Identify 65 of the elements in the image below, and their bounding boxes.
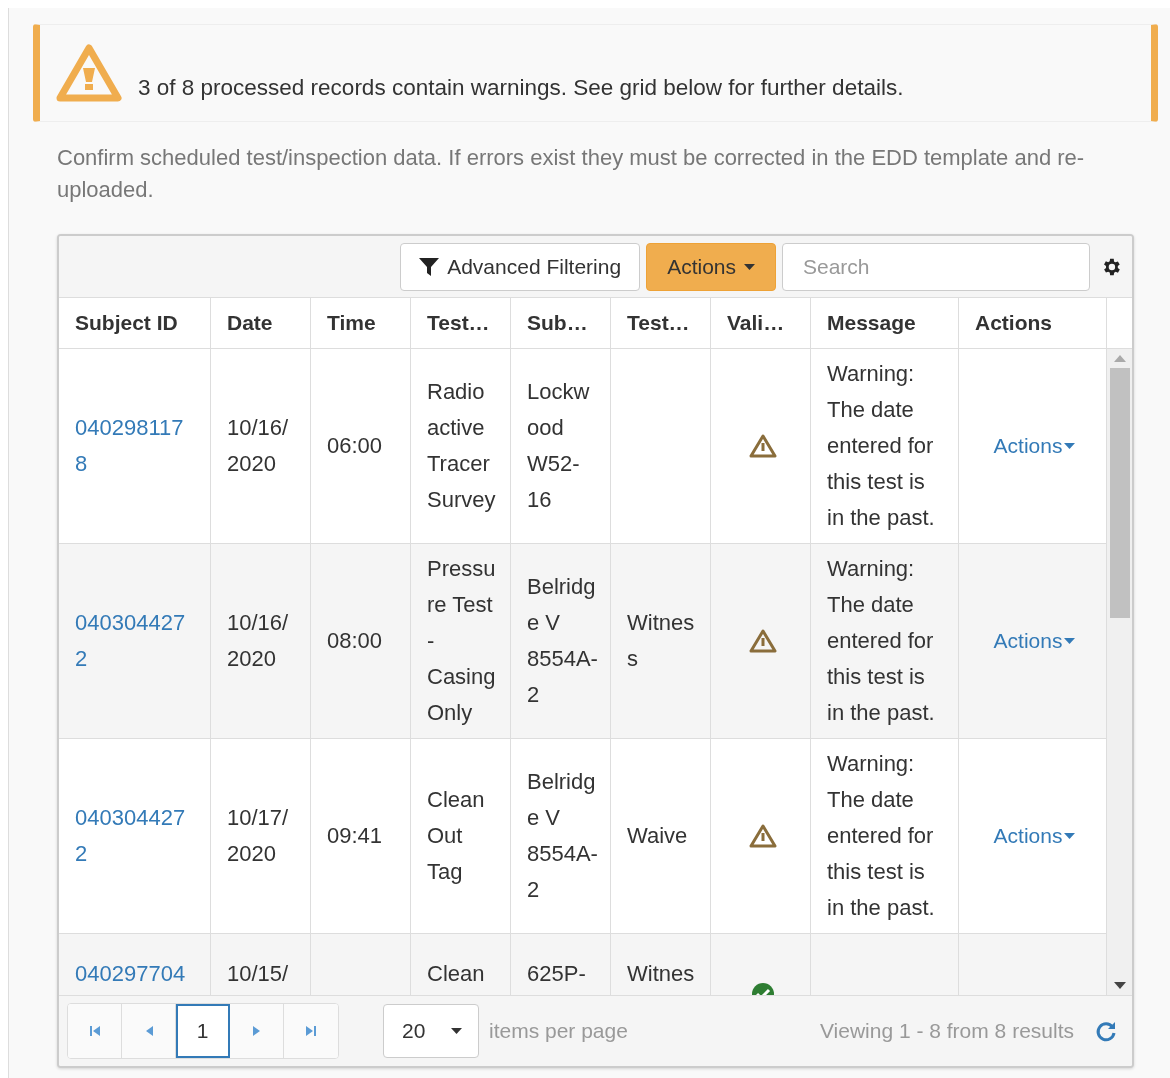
table-cell-text: 10/17/2020 — [227, 804, 290, 868]
table-cell-text: 625P- — [527, 960, 586, 988]
table-cell-text: Clean — [427, 960, 485, 988]
actions-button[interactable]: Actions — [646, 242, 776, 291]
caret-icon — [1064, 443, 1076, 449]
table-cell-text: Waive — [627, 822, 688, 850]
column-header[interactable]: Time — [311, 298, 411, 348]
column-header[interactable]: Test… — [411, 298, 511, 348]
last-page-icon — [305, 1025, 317, 1037]
filter-icon — [419, 256, 440, 277]
caret-icon — [1064, 638, 1076, 644]
column-header[interactable]: Message — [811, 298, 959, 348]
column-header[interactable]: Date — [211, 298, 311, 348]
scroll-up-icon[interactable] — [1113, 355, 1126, 362]
subject-id-link[interactable]: 0403044272 — [75, 800, 194, 872]
table-cell-text: 08:00 — [327, 627, 383, 655]
warning-icon — [56, 44, 122, 102]
row-actions-link[interactable]: Actions — [993, 623, 1076, 659]
table-cell-text: Belridge V 8554A-2 — [527, 573, 598, 709]
subject-id-link[interactable]: 0402981178 — [75, 410, 194, 482]
table-cell-text: Witnes — [627, 960, 695, 988]
caret-icon — [1064, 833, 1076, 839]
table-cell-text: Warning: The date entered for this test is in the past. — [827, 555, 936, 727]
table-cell-text: Lockwood W52-16 — [527, 378, 591, 514]
first-page-icon — [88, 1025, 101, 1037]
next-page-button[interactable] — [230, 1004, 284, 1058]
search-field[interactable]: Search — [782, 242, 1090, 291]
page-size-select[interactable]: 20 — [383, 1004, 479, 1058]
caret-icon — [451, 1028, 462, 1034]
refresh-icon[interactable] — [1094, 1019, 1118, 1043]
table-cell-text: Clean Out Tag — [427, 786, 486, 886]
column-header[interactable]: Test… — [611, 298, 711, 348]
page-button[interactable]: 1 — [176, 1004, 230, 1058]
row-actions-link[interactable]: Actions — [993, 818, 1076, 854]
scrollbar[interactable] — [1107, 349, 1132, 995]
instructions-text: Confirm scheduled test/inspection data. If errors exist they must be corrected in the EDD template and re-uploaded. — [57, 144, 1086, 204]
table-cell-text: 10/16/2020 — [227, 414, 290, 478]
next-page-icon — [252, 1025, 261, 1037]
table-cell-text: Belridge V 8554A-2 — [527, 768, 598, 904]
previous-page-icon — [144, 1025, 153, 1037]
prev-page-button[interactable] — [122, 1004, 176, 1058]
table-cell-text: Warning: The date entered for this test is in the past. — [827, 750, 936, 922]
last-page-button[interactable] — [284, 1004, 338, 1058]
scroll-down-icon[interactable] — [1113, 982, 1126, 989]
subject-id-link[interactable]: 0403044272 — [75, 605, 194, 677]
subject-id-link[interactable]: 040297704 — [75, 956, 186, 992]
table-cell-text: Warning: The date entered for this test is in the past. — [827, 360, 936, 532]
caret-icon — [744, 263, 755, 270]
table-cell-text: Radio active Tracer Survey — [427, 378, 497, 514]
table-cell-text: 06:00 — [327, 432, 383, 460]
table-cell-text: 09:41 — [327, 822, 383, 850]
column-header[interactable]: Sub… — [511, 298, 611, 348]
row-actions-link[interactable]: Actions — [993, 428, 1076, 464]
column-header[interactable]: Vali… — [711, 298, 811, 348]
alert-message: 3 of 8 processed records contain warnings. See grid below for further details. — [138, 75, 904, 101]
table-cell-text: Pressure Test - Casing Only — [427, 555, 497, 727]
column-header[interactable]: Subject ID — [59, 298, 211, 348]
table-cell-text: Witness — [627, 609, 696, 673]
results-summary: Viewing 1 - 8 from 8 results — [819, 1019, 1074, 1043]
items-per-page-label: items per page — [489, 1019, 628, 1043]
table-cell-text: 10/15/ — [227, 960, 289, 988]
advanced-filtering-button[interactable]: Advanced Filtering — [400, 242, 641, 291]
column-header[interactable]: Actions — [959, 298, 1107, 348]
table-cell-text: 10/16/2020 — [227, 609, 290, 673]
first-page-button[interactable] — [68, 1004, 122, 1058]
